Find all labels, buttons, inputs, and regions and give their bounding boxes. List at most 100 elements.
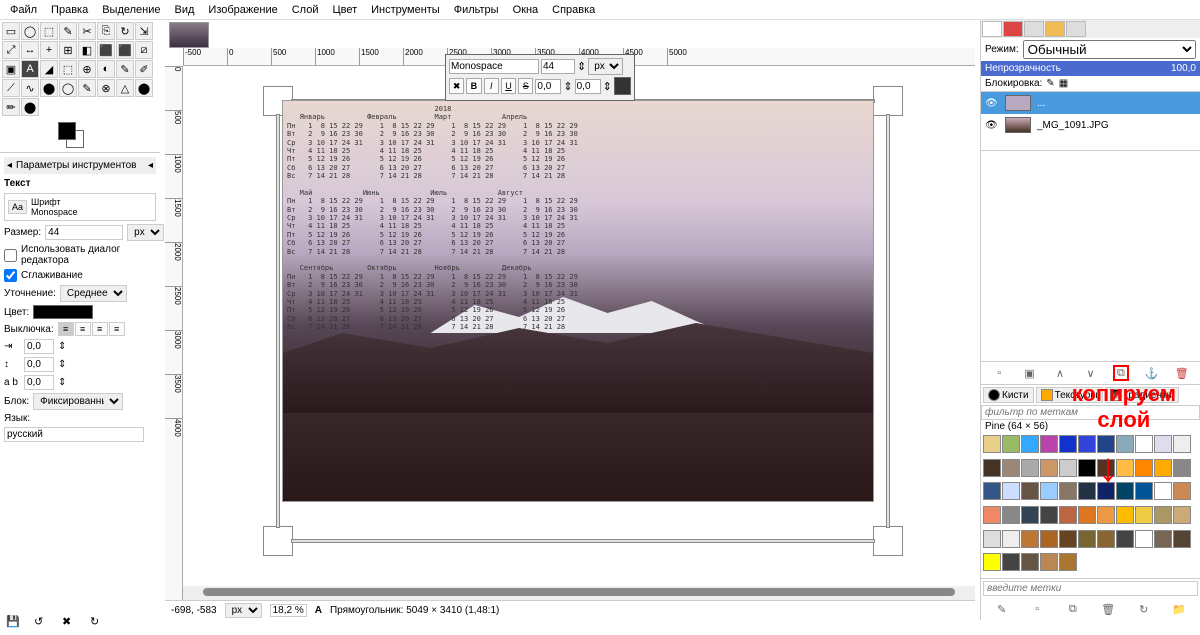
menu-edit[interactable]: Правка [45, 2, 94, 18]
pattern-3[interactable] [1040, 435, 1058, 453]
layer-item-bg[interactable]: 👁 _MG_1091.JPG [981, 114, 1200, 136]
tool-9[interactable]: ↔ [21, 41, 39, 59]
document-tab[interactable] [169, 22, 209, 48]
pattern-40[interactable] [1116, 506, 1134, 524]
raise-layer-icon[interactable]: ∧ [1052, 365, 1068, 381]
tt-clear[interactable]: ✖ [449, 78, 464, 94]
tool-28[interactable]: ✎ [78, 79, 96, 97]
pat-new-icon[interactable]: ▫ [1029, 601, 1045, 617]
menu-image[interactable]: Изображение [202, 2, 283, 18]
pattern-9[interactable] [1154, 435, 1172, 453]
hinting-select[interactable]: Среднее [60, 285, 127, 302]
pat-del-icon[interactable]: 🗑 [1100, 601, 1116, 617]
handle-left-bar[interactable] [276, 114, 280, 528]
pattern-25[interactable] [1040, 482, 1058, 500]
pattern-41[interactable] [1135, 506, 1153, 524]
pattern-23[interactable] [1002, 482, 1020, 500]
tool-23[interactable]: ✐ [135, 60, 153, 78]
pattern-53[interactable] [1154, 530, 1172, 548]
pattern-5[interactable] [1078, 435, 1096, 453]
new-group-icon[interactable]: ▣ [1022, 365, 1038, 381]
tool-12[interactable]: ◧ [78, 41, 96, 59]
fg-bg-colors[interactable] [58, 122, 88, 152]
menu-file[interactable]: Файл [4, 2, 43, 18]
calendar-text-layer[interactable]: 2018 Январь Февраль Март Апрель Пн 1 8 1… [287, 105, 590, 340]
tool-30[interactable]: △ [116, 79, 134, 97]
tool-5[interactable]: ⎘ [97, 22, 115, 40]
handle-tr[interactable] [873, 86, 903, 116]
tool-19[interactable]: ⬚ [59, 60, 77, 78]
tt-strike[interactable]: S [518, 78, 533, 94]
menu-help[interactable]: Справка [546, 2, 601, 18]
opacity-slider[interactable]: Непрозрачность 100,0 [981, 61, 1200, 76]
pattern-36[interactable] [1040, 506, 1058, 524]
dock-tab-paths[interactable] [1024, 21, 1044, 37]
pattern-59[interactable] [1059, 553, 1077, 571]
tool-13[interactable]: ⬛ [97, 41, 115, 59]
mode-select[interactable]: Обычный [1023, 40, 1196, 59]
indent-input[interactable] [24, 339, 54, 354]
restore-options-icon[interactable]: ↺ [34, 615, 48, 629]
tool-11[interactable]: ⊞ [59, 41, 77, 59]
handle-bl[interactable] [263, 526, 293, 556]
pattern-55[interactable] [983, 553, 1001, 571]
pattern-29[interactable] [1116, 482, 1134, 500]
menu-color[interactable]: Цвет [326, 2, 363, 18]
tool-14[interactable]: ⬛ [116, 41, 134, 59]
tool-6[interactable]: ↻ [116, 22, 134, 40]
pattern-44[interactable] [983, 530, 1001, 548]
pattern-10[interactable] [1173, 435, 1191, 453]
antialias-check[interactable] [4, 269, 17, 282]
pattern-37[interactable] [1059, 506, 1077, 524]
pattern-52[interactable] [1135, 530, 1153, 548]
pattern-11[interactable] [983, 459, 1001, 477]
tool-20[interactable]: ⊕ [78, 60, 96, 78]
justify-left[interactable]: ≡ [58, 322, 74, 336]
menu-filters[interactable]: Фильтры [448, 2, 505, 18]
pattern-34[interactable] [1002, 506, 1020, 524]
pattern-7[interactable] [1116, 435, 1134, 453]
tool-8[interactable]: ⤢ [2, 41, 20, 59]
pat-folder-icon[interactable]: 📁 [1171, 601, 1187, 617]
tt-color[interactable] [614, 77, 631, 95]
new-layer-icon[interactable]: ▫ [991, 365, 1007, 381]
tool-32[interactable]: ✏ [2, 98, 20, 116]
menu-windows[interactable]: Окна [507, 2, 545, 18]
save-options-icon[interactable]: 💾 [6, 615, 20, 629]
letterspace-input[interactable] [24, 375, 54, 390]
justify-right[interactable]: ≡ [75, 322, 91, 336]
pattern-56[interactable] [1002, 553, 1020, 571]
pattern-30[interactable] [1135, 482, 1153, 500]
pattern-22[interactable] [983, 482, 1001, 500]
pattern-38[interactable] [1078, 506, 1096, 524]
tool-4[interactable]: ✂ [78, 22, 96, 40]
editor-dialog-check[interactable] [4, 249, 17, 262]
layer-name[interactable]: _MG_1091.JPG [1037, 120, 1109, 131]
tool-29[interactable]: ⊗ [97, 79, 115, 97]
pattern-grid[interactable] [981, 433, 1200, 578]
delete-options-icon[interactable]: ✖ [62, 615, 76, 629]
brushes-tab[interactable]: Кисти [983, 387, 1034, 403]
pattern-14[interactable] [1040, 459, 1058, 477]
tt-size[interactable] [541, 59, 575, 74]
pattern-43[interactable] [1173, 506, 1191, 524]
pattern-32[interactable] [1173, 482, 1191, 500]
lang-input[interactable] [4, 427, 144, 442]
reset-options-icon[interactable]: ↻ [90, 615, 104, 629]
handle-bot-bar[interactable] [291, 539, 875, 543]
pattern-49[interactable] [1078, 530, 1096, 548]
status-unit[interactable]: px [225, 603, 262, 618]
pattern-46[interactable] [1021, 530, 1039, 548]
ruler-vertical[interactable]: 05001000150020002500300035004000 [165, 66, 183, 600]
tool-26[interactable]: ⬤ [40, 79, 58, 97]
tt-font[interactable] [449, 59, 539, 74]
box-select[interactable]: Фиксированный [33, 393, 123, 410]
lock-alpha-icon[interactable]: ▦ [1059, 78, 1068, 89]
tt-baseline[interactable] [535, 79, 561, 94]
pattern-51[interactable] [1116, 530, 1134, 548]
tool-25[interactable]: ∿ [21, 79, 39, 97]
eye-icon[interactable]: 👁 [985, 98, 999, 109]
tool-24[interactable]: ⟋ [2, 79, 20, 97]
menu-view[interactable]: Вид [169, 2, 201, 18]
tool-7[interactable]: ⇲ [135, 22, 153, 40]
